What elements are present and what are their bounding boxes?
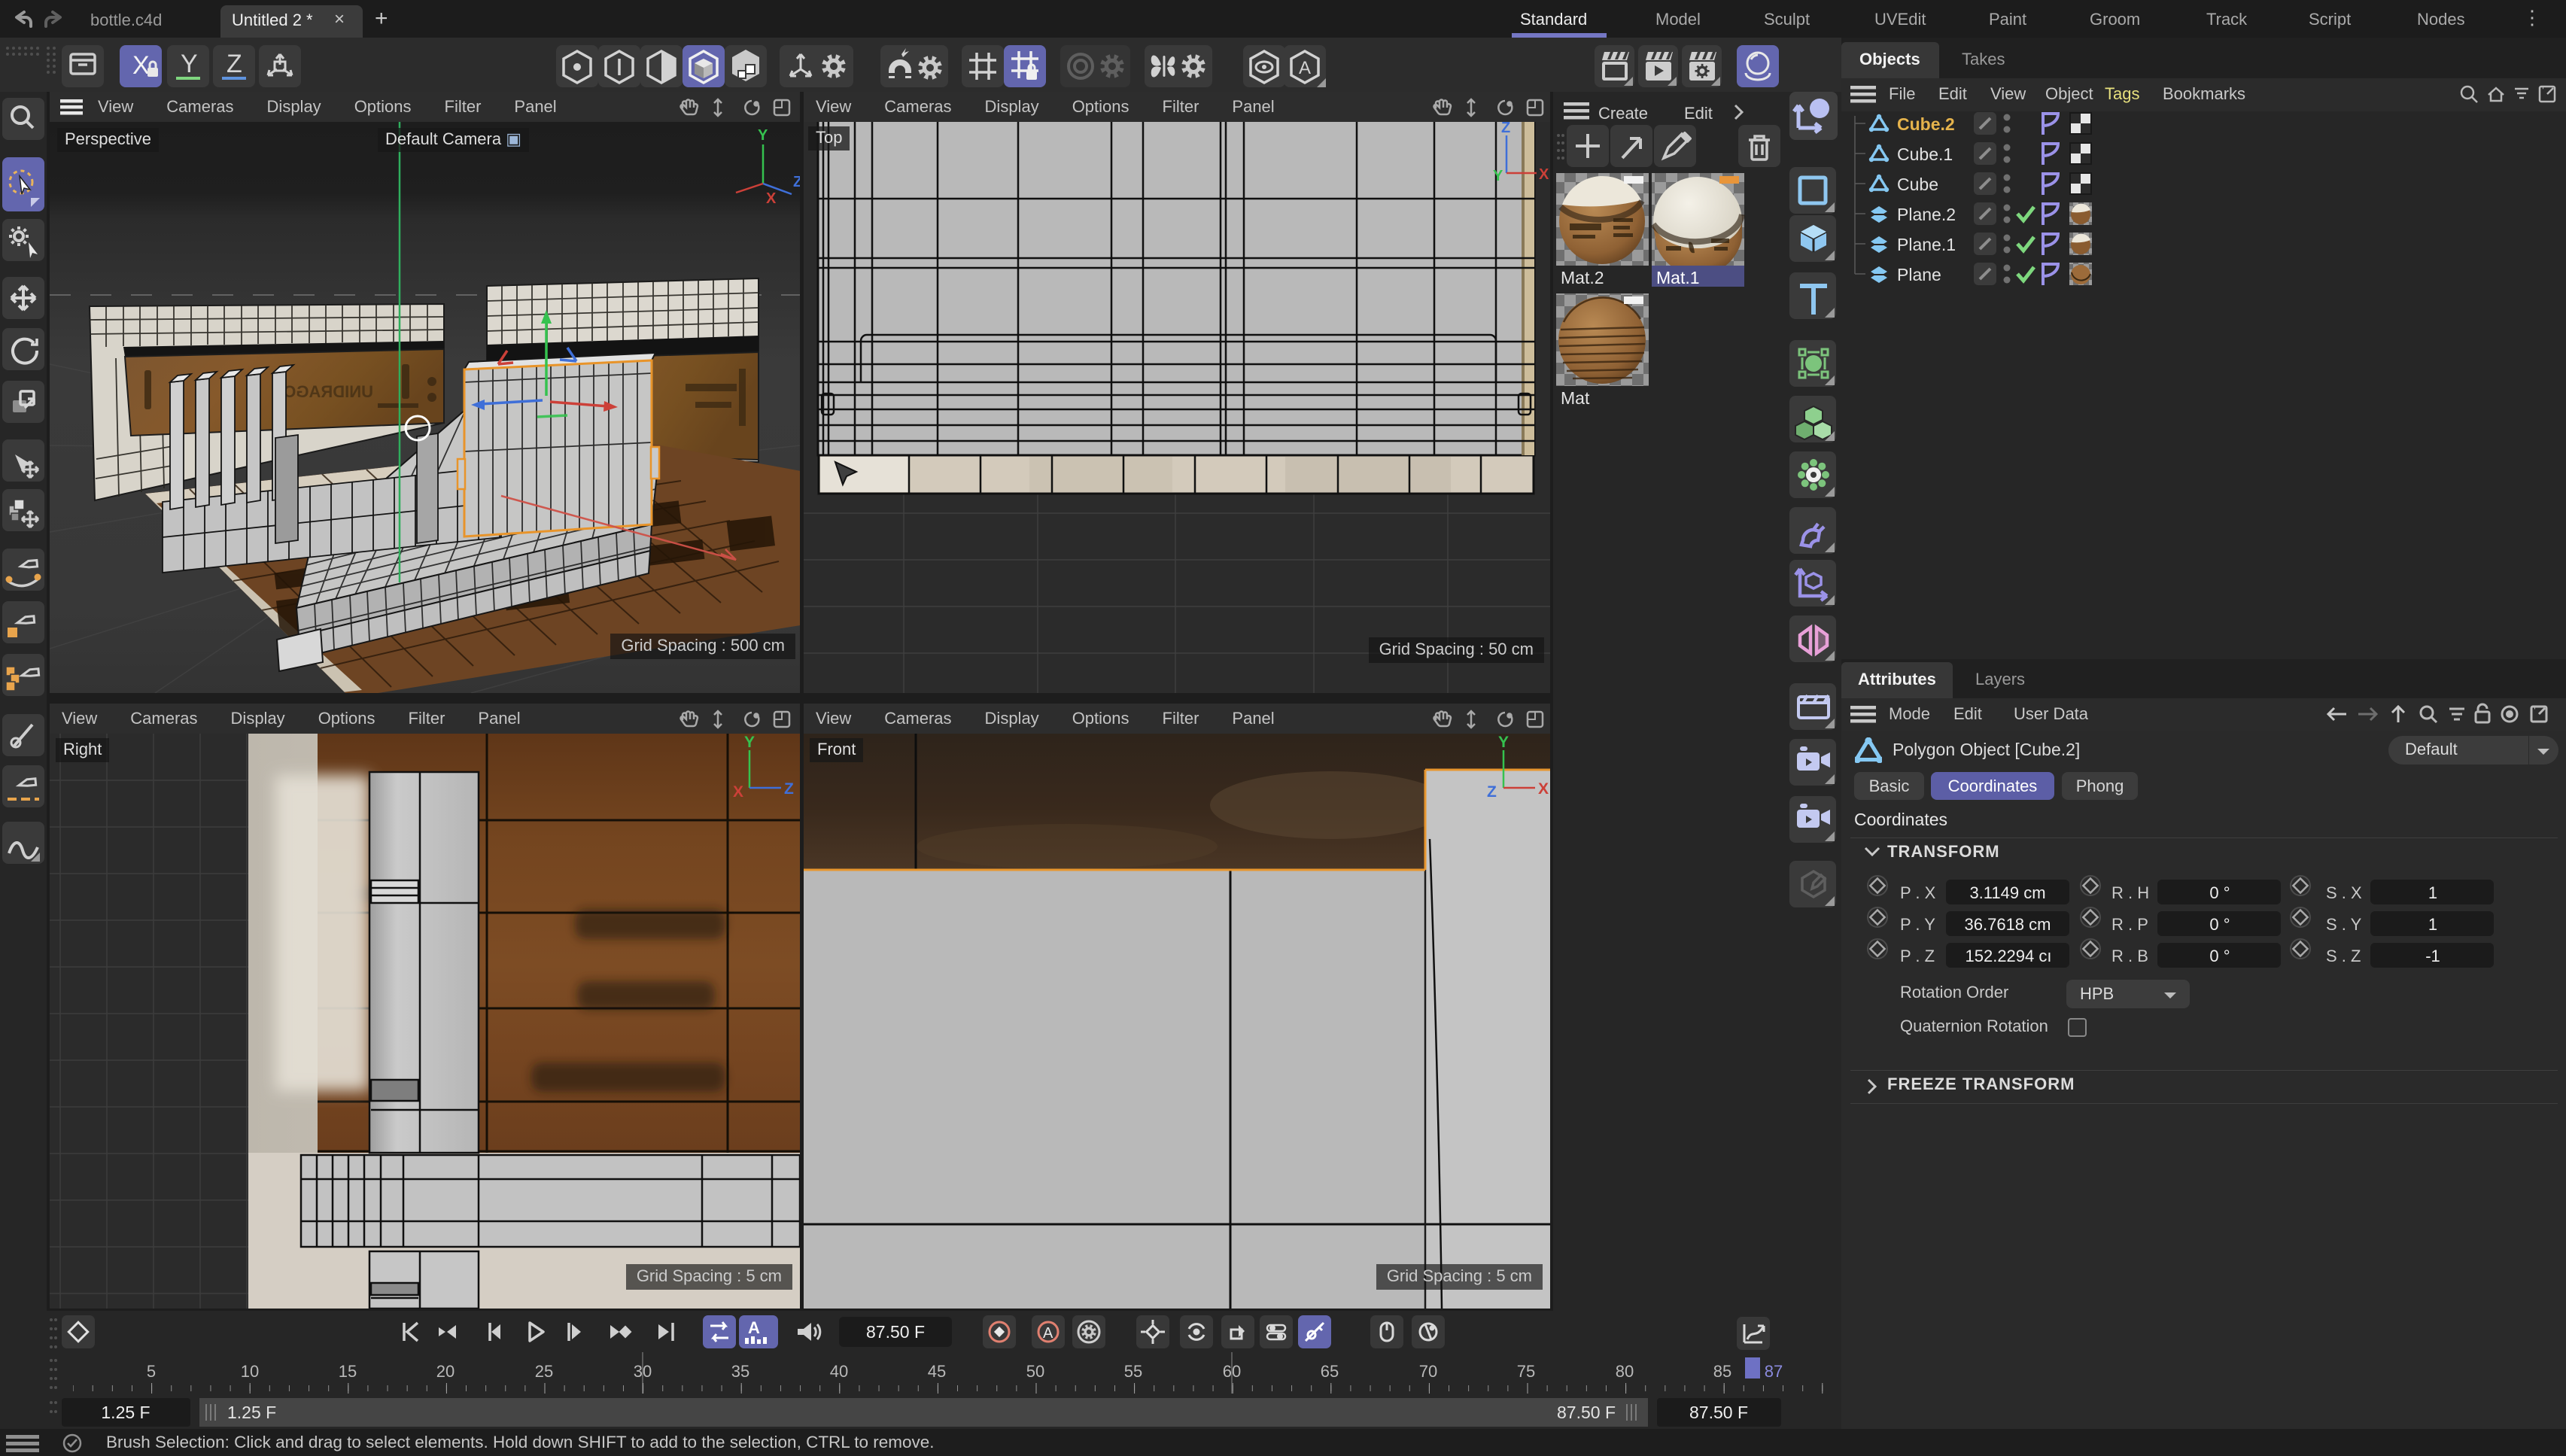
svg-text:Plane.1: Plane.1 xyxy=(1897,235,1956,254)
svg-text:87.50 F: 87.50 F xyxy=(1689,1403,1748,1422)
svg-text:X: X xyxy=(1539,166,1549,183)
svg-text:S . Y: S . Y xyxy=(2326,915,2362,934)
svg-text:Y: Y xyxy=(181,50,198,78)
svg-text:Mat.1: Mat.1 xyxy=(1656,268,1700,287)
svg-text:Z: Z xyxy=(784,780,794,798)
svg-text:70: 70 xyxy=(1419,1362,1437,1381)
svg-text:1: 1 xyxy=(2428,883,2437,902)
svg-text:Mat.2: Mat.2 xyxy=(1561,268,1604,287)
svg-text:Plane: Plane xyxy=(1897,265,1941,284)
svg-text:25: 25 xyxy=(535,1362,553,1381)
svg-text:Cube.1: Cube.1 xyxy=(1897,144,1953,164)
svg-text:10: 10 xyxy=(241,1362,259,1381)
svg-text:0 °: 0 ° xyxy=(2209,947,2230,965)
svg-text:Create: Create xyxy=(1598,104,1648,123)
svg-text:Y: Y xyxy=(744,734,755,751)
svg-text:P . Z: P . Z xyxy=(1900,947,1935,965)
svg-text:1: 1 xyxy=(2428,915,2437,934)
svg-text:55: 55 xyxy=(1124,1362,1142,1381)
svg-text:R . B: R . B xyxy=(2111,947,2148,965)
svg-text:X: X xyxy=(766,190,777,207)
svg-text:Y: Y xyxy=(758,127,768,144)
svg-text:X: X xyxy=(132,51,150,80)
svg-text:R . H: R . H xyxy=(2111,883,2149,902)
svg-text:A: A xyxy=(1299,58,1311,78)
svg-text:Z: Z xyxy=(793,174,800,190)
svg-text:X: X xyxy=(1538,780,1549,798)
svg-text:S . X: S . X xyxy=(2326,883,2362,902)
svg-text:20: 20 xyxy=(436,1362,455,1381)
svg-text:Cube.2: Cube.2 xyxy=(1897,114,1955,134)
svg-text:36.7618 cm: 36.7618 cm xyxy=(1965,915,2051,934)
svg-text:Z: Z xyxy=(227,50,242,78)
svg-text:0 °: 0 ° xyxy=(2209,915,2230,934)
svg-text:Plane.2: Plane.2 xyxy=(1897,205,1956,224)
svg-text:85: 85 xyxy=(1713,1362,1731,1381)
svg-text:65: 65 xyxy=(1321,1362,1339,1381)
svg-text:1.25 F: 1.25 F xyxy=(227,1403,276,1422)
svg-text:35: 35 xyxy=(731,1362,749,1381)
svg-text:40: 40 xyxy=(830,1362,848,1381)
svg-text:A: A xyxy=(1043,1325,1053,1342)
svg-text:50: 50 xyxy=(1026,1362,1044,1381)
svg-text:5: 5 xyxy=(147,1362,156,1381)
svg-text:-1: -1 xyxy=(2425,947,2440,965)
svg-text:Mat: Mat xyxy=(1561,388,1590,408)
svg-text:87.50 F: 87.50 F xyxy=(866,1322,925,1342)
svg-text:A: A xyxy=(748,1318,760,1337)
svg-text:X: X xyxy=(733,783,743,801)
svg-text:15: 15 xyxy=(339,1362,357,1381)
svg-text:87.50 F: 87.50 F xyxy=(1557,1403,1616,1422)
svg-text:Z: Z xyxy=(1501,122,1510,136)
svg-text:45: 45 xyxy=(928,1362,946,1381)
svg-text:0 °: 0 ° xyxy=(2209,883,2230,902)
svg-text:P . Y: P . Y xyxy=(1900,915,1935,934)
svg-text:Y: Y xyxy=(1498,734,1509,751)
svg-text:Edit: Edit xyxy=(1684,104,1713,123)
svg-text:P . X: P . X xyxy=(1900,883,1936,902)
svg-text:Z: Z xyxy=(1487,783,1497,801)
svg-text:75: 75 xyxy=(1517,1362,1535,1381)
svg-text:Cube: Cube xyxy=(1897,175,1938,194)
svg-text:87: 87 xyxy=(1765,1362,1783,1381)
svg-text:Y: Y xyxy=(1493,168,1503,184)
svg-text:R . P: R . P xyxy=(2111,915,2148,934)
svg-text:80: 80 xyxy=(1616,1362,1634,1381)
svg-text:S . Z: S . Z xyxy=(2326,947,2361,965)
svg-text:152.2294 cı: 152.2294 cı xyxy=(1966,947,2052,965)
svg-text:3.1149 cm: 3.1149 cm xyxy=(1969,883,2045,902)
svg-text:1.25 F: 1.25 F xyxy=(101,1403,150,1422)
